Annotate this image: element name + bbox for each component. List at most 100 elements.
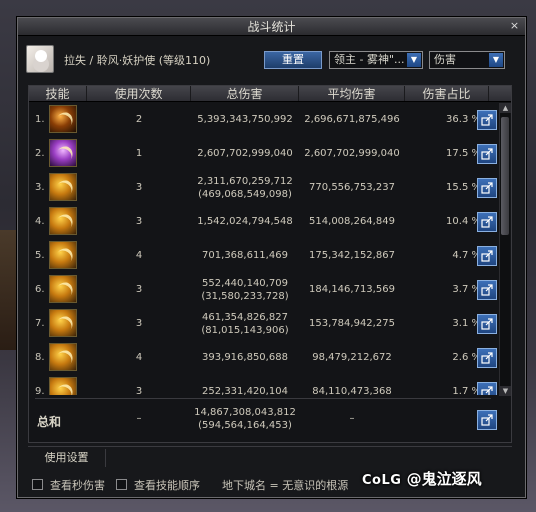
row-avg-damage: 98,479,212,672: [312, 352, 392, 363]
share-icon[interactable]: [477, 410, 497, 430]
total-damage-value: 14,867,308,043,812: [194, 407, 296, 418]
tab-settings[interactable]: 使用设置: [28, 449, 106, 467]
row-avg-damage: 514,008,264,849: [309, 216, 395, 227]
table-rows: 1. 2 5,393,343,750,992 2,696,671,875,496…: [29, 103, 497, 395]
row-index: 6.: [35, 284, 45, 295]
total-damage: 14,867,308,043,812 (594,564,164,453): [191, 406, 299, 432]
row-avg-damage: 2,607,702,999,040: [304, 148, 400, 159]
row-total-damage: 461,354,826,827 (81,015,143,906): [191, 311, 299, 337]
watermark-handle: @鬼泣逐风: [406, 470, 482, 488]
row-total-damage-extra: (81,015,143,906): [201, 325, 289, 336]
row-uses: 3: [135, 318, 143, 329]
row-avg-damage: 2,696,671,875,496: [304, 114, 400, 125]
row-index: 9.: [35, 386, 45, 395]
metric-select-value: 伤害: [434, 53, 456, 66]
row-uses: 1: [135, 148, 143, 159]
checkbox-dps[interactable]: [32, 479, 43, 490]
row-total-damage: 552,440,140,709 (31,580,233,728): [191, 277, 299, 303]
boss-select-value: 领主 - 雾神"...: [334, 53, 405, 66]
window-titlebar[interactable]: 战斗统计 ×: [18, 18, 525, 36]
row-index: 2.: [35, 148, 45, 159]
table-row: 8. 4 393,916,850,688 98,479,212,672 2.6 …: [29, 341, 497, 375]
row-uses: 3: [135, 216, 143, 227]
row-uses: 3: [135, 284, 143, 295]
chevron-up-icon[interactable]: ▲: [500, 103, 511, 113]
settings-bar: 使用设置: [28, 446, 512, 468]
total-label: 总和: [37, 415, 62, 429]
table-row: 7. 3 461,354,826,827 (81,015,143,906) 153…: [29, 307, 497, 341]
table-row: 2. 1 2,607,702,999,040 2,607,702,999,040…: [29, 137, 497, 171]
column-header-damage-share[interactable]: 伤害占比: [405, 86, 489, 101]
header-bar: 拉失 / 聆风·妖护使 (等级110) 重置 领主 - 雾神"... ▼ 伤害 …: [18, 37, 525, 77]
checkbox-dps-label: 查看秒伤害: [50, 479, 105, 492]
share-icon[interactable]: [477, 280, 497, 300]
row-damage-share: 1.7 %: [452, 386, 481, 395]
row-index: 7.: [35, 318, 45, 329]
row-total-damage: 2,311,670,259,712 (469,068,549,098): [191, 175, 299, 201]
column-header-avg-damage[interactable]: 平均伤害: [299, 86, 405, 101]
total-uses: –: [136, 413, 142, 424]
skill-icon: [49, 207, 77, 235]
row-total-damage-value: 2,311,670,259,712: [197, 176, 293, 187]
skill-icon: [49, 139, 77, 167]
table-row: 5. 4 701,368,611,469 175,342,152,867 4.7…: [29, 239, 497, 273]
chevron-down-icon: ▼: [489, 53, 503, 67]
row-index: 1.: [35, 114, 45, 125]
skill-icon: [49, 377, 77, 395]
row-avg-damage: 153,784,942,275: [309, 318, 395, 329]
metric-select[interactable]: 伤害 ▼: [429, 51, 505, 69]
row-total-damage: 1,542,024,794,548: [197, 216, 293, 227]
checkbox-skill-order[interactable]: [116, 479, 127, 490]
share-icon[interactable]: [477, 110, 497, 130]
boss-select[interactable]: 领主 - 雾神"... ▼: [329, 51, 423, 69]
skill-icon: [49, 343, 77, 371]
row-total-damage: 701,368,611,469: [202, 250, 288, 261]
share-icon[interactable]: [477, 144, 497, 164]
row-avg-damage: 184,146,713,569: [309, 284, 395, 295]
close-icon[interactable]: ×: [508, 20, 521, 33]
row-total-damage: 393,916,850,688: [202, 352, 288, 363]
skill-icon: [49, 241, 77, 269]
share-icon[interactable]: [477, 178, 497, 198]
scrollbar-thumb[interactable]: [501, 117, 509, 235]
row-uses: 4: [135, 250, 143, 261]
row-avg-damage: 175,342,152,867: [309, 250, 395, 261]
row-total-damage: 252,331,420,104: [202, 386, 288, 395]
share-icon[interactable]: [477, 246, 497, 266]
checkbox-skill-order-label: 查看技能顺序: [134, 479, 200, 492]
share-icon[interactable]: [477, 382, 497, 395]
row-uses: 3: [135, 386, 143, 395]
watermark-logo: CoLG: [362, 473, 402, 488]
row-avg-damage: 770,556,753,237: [309, 182, 395, 193]
dungeon-name: 地下城名 = 无意识的根源: [222, 479, 349, 492]
table-header: 技能 使用次数 总伤害 平均伤害 伤害占比: [29, 86, 511, 102]
row-uses: 2: [135, 114, 143, 125]
table-row: 4. 3 1,542,024,794,548 514,008,264,849 1…: [29, 205, 497, 239]
skill-icon: [49, 309, 77, 337]
battle-stats-window: 战斗统计 × 拉失 / 聆风·妖护使 (等级110) 重置 领主 - 雾神"..…: [17, 17, 526, 498]
row-uses: 3: [135, 182, 143, 193]
row-damage-share: 17.5 %: [446, 148, 481, 159]
table-row: 3. 3 2,311,670,259,712 (469,068,549,098) …: [29, 171, 497, 205]
row-total-damage: 2,607,702,999,040: [197, 148, 293, 159]
reset-button[interactable]: 重置: [264, 51, 322, 69]
column-header-skill[interactable]: 技能: [29, 86, 87, 101]
total-avg: –: [349, 413, 355, 424]
share-icon[interactable]: [477, 212, 497, 232]
column-header-uses[interactable]: 使用次数: [87, 86, 191, 101]
table-row: 6. 3 552,440,140,709 (31,580,233,728) 184…: [29, 273, 497, 307]
share-icon[interactable]: [477, 314, 497, 334]
character-info: 拉失 / 聆风·妖护使 (等级110): [64, 54, 211, 67]
table-scrollbar[interactable]: ▲ ▼: [499, 103, 511, 396]
row-damage-share: 15.5 %: [446, 182, 481, 193]
row-index: 8.: [35, 352, 45, 363]
table-row: 9. 3 252,331,420,104 84,110,473,368 1.7 …: [29, 375, 497, 395]
column-header-total-damage[interactable]: 总伤害: [191, 86, 299, 101]
row-total-damage-value: 552,440,140,709: [202, 278, 288, 289]
skill-icon: [49, 105, 77, 133]
row-uses: 4: [135, 352, 143, 363]
row-avg-damage: 84,110,473,368: [312, 386, 392, 395]
chevron-down-icon[interactable]: ▼: [500, 386, 511, 396]
share-icon[interactable]: [477, 348, 497, 368]
avatar: [26, 45, 54, 73]
